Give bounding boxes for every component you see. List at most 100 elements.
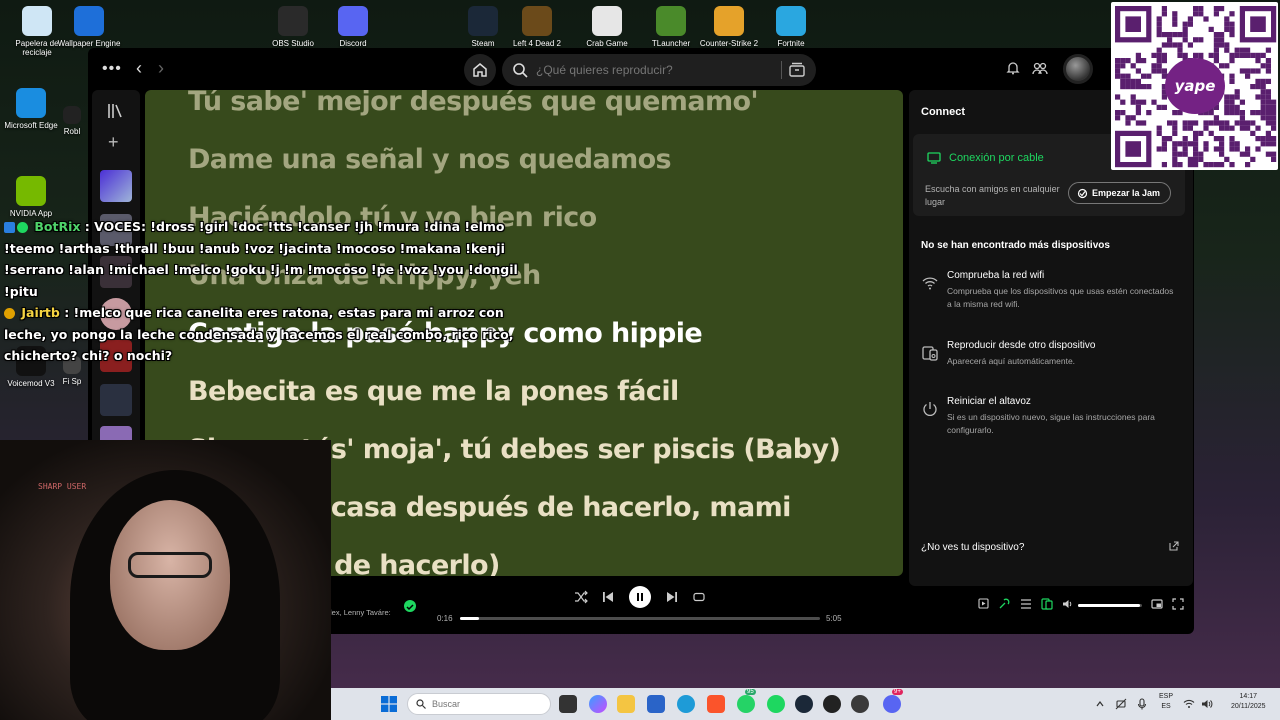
search-input[interactable] bbox=[536, 63, 776, 77]
desktop-icon[interactable]: Robl bbox=[58, 106, 86, 136]
obs-icon[interactable] bbox=[823, 695, 841, 713]
app-icon bbox=[74, 6, 104, 36]
desktop-icon-label: Microsoft Edge bbox=[4, 121, 58, 130]
region: ES bbox=[1161, 703, 1171, 710]
spotify-icon[interactable] bbox=[767, 695, 785, 713]
lyric-line[interactable]: Dame una señal y nos quedamos bbox=[188, 144, 672, 175]
app-icon bbox=[468, 6, 498, 36]
app-icon bbox=[16, 176, 46, 206]
search-divider bbox=[781, 61, 782, 79]
pause-button[interactable] bbox=[629, 586, 651, 608]
desktop-icon-label: Voicemod V3 bbox=[7, 379, 55, 388]
copilot-icon[interactable] bbox=[589, 695, 607, 713]
create-plus-icon[interactable]: + bbox=[108, 132, 119, 153]
taskbar-search-input[interactable] bbox=[432, 699, 542, 709]
lyric-line[interactable]: Tú sabe' mejor después que quemamo' bbox=[188, 90, 759, 117]
network-icon[interactable] bbox=[1115, 698, 1127, 710]
home-button[interactable] bbox=[464, 54, 496, 86]
no-see-device-link[interactable]: ¿No ves tu dispositivo? bbox=[921, 542, 1024, 553]
desktop-icon-label: Left 4 Dead 2 bbox=[512, 39, 562, 48]
edge-icon[interactable] bbox=[677, 695, 695, 713]
file-explorer-icon[interactable] bbox=[617, 695, 635, 713]
windows-start-icon[interactable] bbox=[381, 696, 397, 712]
lyric-line[interactable]: Bebecita es que me la pones fácil bbox=[188, 376, 679, 407]
app-icon bbox=[278, 6, 308, 36]
help-desc: Comprueba que los dispositivos que usas … bbox=[947, 286, 1174, 309]
wifi-icon bbox=[922, 277, 938, 290]
steam-icon[interactable] bbox=[795, 695, 813, 713]
volume-icon[interactable] bbox=[1062, 598, 1074, 610]
progress-bar[interactable] bbox=[460, 617, 820, 620]
saved-check-icon[interactable] bbox=[404, 600, 416, 612]
whatsapp-icon[interactable]: 95 bbox=[737, 689, 756, 713]
connect-device-icon[interactable] bbox=[1041, 598, 1053, 610]
next-icon[interactable] bbox=[666, 591, 678, 603]
task-view-icon[interactable] bbox=[559, 695, 577, 713]
desktop-icon-label: Fortnite bbox=[777, 39, 805, 48]
lyrics-mic-icon[interactable] bbox=[998, 598, 1010, 610]
wifi-icon[interactable] bbox=[1183, 698, 1195, 710]
windows-taskbar: 95 9+ ESP ES 14:17 20/11/2025 bbox=[331, 688, 1280, 720]
tray-overflow-icon[interactable] bbox=[1095, 699, 1105, 709]
previous-icon[interactable] bbox=[602, 591, 614, 603]
microphone-icon[interactable] bbox=[1137, 698, 1147, 710]
chat-username: BotRix bbox=[34, 219, 81, 234]
desktop-icon[interactable]: Wallpaper Engine bbox=[54, 6, 124, 48]
mini-player-icon[interactable] bbox=[1151, 598, 1163, 610]
app-icon bbox=[776, 6, 806, 36]
volume-slider[interactable] bbox=[1078, 604, 1142, 607]
profile-avatar[interactable] bbox=[1063, 54, 1093, 84]
liked-songs-item[interactable] bbox=[100, 170, 132, 202]
jam-description: Escucha con amigos en cualquier lugar bbox=[925, 184, 1060, 207]
chat-text: : !melco que rica canelita eres ratona, … bbox=[4, 305, 514, 363]
spotify-topbar: ••• ‹ › bbox=[88, 48, 1194, 90]
app-icon bbox=[16, 88, 46, 118]
fullscreen-icon[interactable] bbox=[1172, 598, 1184, 610]
track-artists[interactable]: lex, Lenny Taváre: bbox=[330, 608, 391, 617]
browse-icon[interactable] bbox=[788, 61, 806, 79]
yape-logo: yape bbox=[1165, 58, 1225, 114]
desktop-icon[interactable]: NVIDIA App bbox=[0, 176, 64, 218]
app-icon[interactable] bbox=[851, 695, 869, 713]
desktop-icon[interactable]: Crab Game bbox=[572, 6, 642, 48]
help-title: Reiniciar el altavoz bbox=[947, 396, 1031, 407]
webcam-feed: SHARP USER bbox=[0, 440, 331, 720]
queue-icon[interactable] bbox=[1020, 598, 1032, 610]
taskbar-search[interactable] bbox=[407, 693, 551, 715]
computer-icon bbox=[927, 152, 941, 164]
speaker-icon[interactable] bbox=[1201, 698, 1213, 710]
help-title: Reproducir desde otro dispositivo bbox=[947, 340, 1096, 351]
friend-activity-icon[interactable] bbox=[1032, 61, 1048, 75]
back-arrow-icon[interactable]: ‹ bbox=[136, 58, 142, 79]
desktop-icon[interactable]: Left 4 Dead 2 bbox=[502, 6, 572, 48]
clock[interactable]: 14:17 20/11/2025 bbox=[1231, 692, 1266, 712]
chat-message: Jairtb : !melco que rica canelita eres r… bbox=[4, 302, 524, 367]
search-box[interactable] bbox=[502, 54, 816, 86]
forward-arrow-icon[interactable]: › bbox=[158, 58, 164, 79]
brave-icon[interactable] bbox=[707, 695, 725, 713]
desktop-icon-label: Wallpaper Engine bbox=[57, 39, 121, 48]
desktop-icon[interactable]: Counter-Strike 2 bbox=[694, 6, 764, 48]
desktop-icon[interactable]: Fortnite bbox=[756, 6, 826, 48]
no-more-devices: No se han encontrado más dispositivos bbox=[921, 240, 1110, 251]
app-icon bbox=[22, 6, 52, 36]
repeat-icon[interactable] bbox=[693, 591, 705, 603]
help-desc: Aparecerá aquí automáticamente. bbox=[947, 356, 1076, 366]
search-icon bbox=[416, 699, 426, 709]
desktop-icon[interactable]: Microsoft Edge bbox=[0, 88, 64, 130]
wired-connection[interactable]: Conexión por cable bbox=[927, 152, 1044, 164]
notifications-bell-icon[interactable] bbox=[1006, 61, 1020, 75]
webcam-glasses bbox=[128, 552, 212, 578]
library-icon[interactable] bbox=[106, 102, 124, 120]
microsoft-store-icon[interactable] bbox=[647, 695, 665, 713]
desktop-icon[interactable]: Discord bbox=[318, 6, 388, 48]
language-indicator[interactable]: ESP ES bbox=[1159, 692, 1173, 712]
discord-icon[interactable]: 9+ bbox=[883, 689, 903, 713]
shuffle-icon[interactable] bbox=[574, 590, 588, 604]
chat-username: Jairtb bbox=[21, 305, 60, 320]
library-item[interactable] bbox=[100, 384, 132, 416]
external-link-icon[interactable] bbox=[1169, 541, 1179, 551]
now-playing-view-icon[interactable] bbox=[978, 598, 989, 609]
start-jam-button[interactable]: Empezar la Jam bbox=[1067, 182, 1171, 204]
menu-dots-icon[interactable]: ••• bbox=[102, 60, 122, 78]
